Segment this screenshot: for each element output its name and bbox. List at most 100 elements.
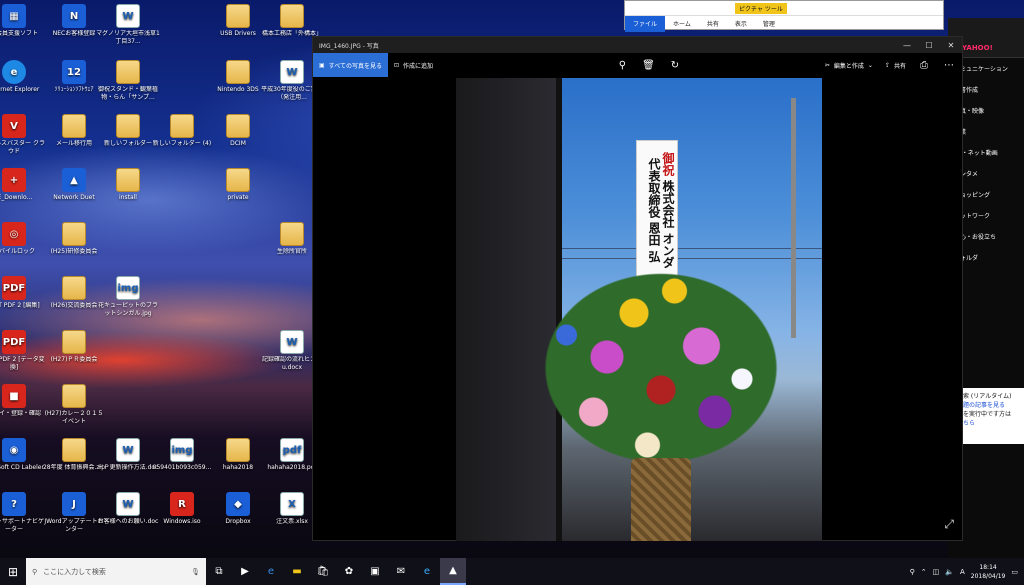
store-icon[interactable]: 🛍 xyxy=(310,558,336,585)
desktop-icon[interactable]: ? ソフトサポートナビゲーター xyxy=(0,492,46,534)
mail-icon[interactable]: ✉ xyxy=(388,558,414,585)
card-link[interactable]: 話題の記事を見る xyxy=(957,400,1021,409)
minimize-button[interactable]: — xyxy=(896,37,918,53)
internet-explorer-icon[interactable]: e xyxy=(414,558,440,585)
close-button[interactable]: ✕ xyxy=(940,37,962,53)
desktop-icon[interactable]: W マグノリア大垣市浅草1丁目37... xyxy=(96,4,160,46)
app-icon: ◉ xyxy=(2,438,26,462)
desktop-icon[interactable]: ■ カレイ・登録・確認 xyxy=(0,384,46,418)
desktop-icon[interactable]: ◎ モバイルロック xyxy=(0,222,46,256)
tab-home[interactable]: ホーム xyxy=(665,19,699,28)
ime-icon[interactable]: A xyxy=(960,568,965,576)
photo-viewer[interactable]: 御祝 株式会社 オンダ 代表取締役 恩田 弘 ⤢ xyxy=(313,77,962,541)
desktop-icon[interactable]: private xyxy=(206,168,270,202)
sign-line-2: 株式会社 オンダ xyxy=(661,180,675,269)
desktop-icon[interactable]: img 花キューピットのブラットシンガル.jpg xyxy=(96,276,160,318)
chevron-up-icon[interactable]: ⌃ xyxy=(921,568,927,576)
desktop-icon[interactable]: img 059401b093c059... xyxy=(150,438,214,472)
desktop-icon[interactable]: 御祝スタンド・観葉植物・らん「サンプ... xyxy=(96,60,160,102)
desktop-icon[interactable]: V ウィルスバスター クラウド xyxy=(0,114,46,156)
share-label: 共有 xyxy=(893,62,906,70)
flower-basket xyxy=(631,458,691,541)
rotate-icon[interactable]: ↻ xyxy=(663,60,687,71)
desktop-icon-label: カレイ・登録・確認 xyxy=(0,410,41,417)
notification-icon[interactable]: ▭ xyxy=(1011,568,1018,576)
tab-manage[interactable]: 管理 xyxy=(755,19,783,28)
app-icon: J xyxy=(62,492,86,516)
desktop-icon-label: private xyxy=(227,194,249,201)
folder-icon xyxy=(62,384,86,408)
desktop-icon[interactable]: 新しいフォルダー (4) xyxy=(150,114,214,148)
tab-file[interactable]: ファイル xyxy=(625,15,666,32)
desktop-icon-label: マグノリア大垣市浅草1丁目37... xyxy=(96,30,160,45)
more-icon[interactable]: ⋯ xyxy=(936,60,962,71)
microphone-icon[interactable]: 🎙 xyxy=(191,568,200,576)
file-explorer-icon[interactable]: ▬ xyxy=(284,558,310,585)
desktop-icon[interactable]: (H25)研修委員会 xyxy=(42,222,106,256)
desktop-icon-label: 合会員支援ソフト xyxy=(0,30,38,37)
desktop-icon[interactable]: DCIM xyxy=(206,114,270,148)
card-text: ンを実行中です方は xyxy=(957,411,1012,418)
document-icon: img xyxy=(116,276,140,300)
app-icon: ◆ xyxy=(226,492,250,516)
share-button[interactable]: ⇪ 共有 xyxy=(879,53,912,77)
app-icon: ▲ xyxy=(62,168,86,192)
desktop-icon-label: (H27)カレー２０１５イベント xyxy=(44,410,104,425)
add-to-creation-label: 作成に追加 xyxy=(403,62,434,70)
delete-icon[interactable]: 🗑 xyxy=(634,60,663,71)
tab-share[interactable]: 共有 xyxy=(699,19,727,28)
document-icon: pdf xyxy=(280,438,304,462)
start-button[interactable]: ⊞ xyxy=(0,558,26,585)
desktop-icon[interactable]: + IE_Downlo... xyxy=(0,168,46,202)
desktop-icon-label: IE_Downlo... xyxy=(0,194,33,201)
desktop-icon[interactable]: (H27)ＰＲ委員会 xyxy=(42,330,106,364)
yahoo-logo[interactable]: YAHOO! xyxy=(962,44,993,52)
task-view-icon[interactable]: ⧉ xyxy=(206,558,232,585)
photo-wire xyxy=(562,248,822,249)
media-player-icon[interactable]: ▶ xyxy=(232,558,258,585)
desktop-icon[interactable]: PDF JUST PDF 2 [編集] xyxy=(0,276,46,310)
photos-app-icon[interactable]: ▲ xyxy=(440,558,466,585)
desktop-icon[interactable]: e Internet Explorer xyxy=(0,60,46,94)
edge-icon[interactable]: e xyxy=(258,558,284,585)
document-icon: W xyxy=(280,330,304,354)
see-all-photos-button[interactable]: ▣ すべての写真を見る xyxy=(313,53,389,77)
app-icon-2[interactable]: ▣ xyxy=(362,558,388,585)
desktop-icon-label: 059401b093c059... xyxy=(152,464,212,471)
explorer-window[interactable]: ピクチャ ツール ファイル ホーム 共有 表示 管理 xyxy=(624,0,944,32)
photos-toolbar: ▣ すべての写真を見る ⊡ 作成に追加 ⚲ 🗑 ↻ ✂ 編集と作成 ⌄ ⇪ 共有… xyxy=(313,53,962,77)
app-icon: N xyxy=(62,4,86,28)
zoom-icon[interactable]: ⚲ xyxy=(611,60,634,71)
desktop-icon-label: 花キューピットのブラットシンガル.jpg xyxy=(97,302,158,317)
maximize-button[interactable]: ☐ xyxy=(918,37,940,53)
volume-icon[interactable]: 🔈 xyxy=(945,568,954,576)
taskbar-search[interactable]: ⚲ ここに入力して検索 🎙 xyxy=(26,558,206,585)
desktop-icon[interactable]: R Windows.iso xyxy=(150,492,214,526)
tab-view[interactable]: 表示 xyxy=(727,19,755,28)
picture-tools-label: ピクチャ ツール xyxy=(735,2,787,14)
chevron-down-icon: ⌄ xyxy=(867,61,873,69)
fullscreen-icon[interactable]: ⤢ xyxy=(944,517,954,532)
clock[interactable]: 18:14 2018/04/19 xyxy=(971,563,1006,581)
desktop-icon[interactable]: install xyxy=(96,168,160,202)
desktop-icon[interactable]: ▦ 合会員支援ソフト xyxy=(0,4,46,38)
window-title: IMG_1460.JPG - 写真 xyxy=(319,42,379,50)
desktop-icon[interactable]: (H27)カレー２０１５イベント xyxy=(42,384,106,426)
people-icon[interactable]: ⚲ xyxy=(910,568,915,576)
desktop-icon[interactable]: PDF JUST PDF 2 [データ変換] xyxy=(0,330,46,372)
realtime-search-card: 検索 (リアルタイム) 話題の記事を見る ンを実行中です方は こちら xyxy=(954,388,1024,444)
app-icon: ? xyxy=(2,492,26,516)
document-icon: X xyxy=(280,492,304,516)
print-icon[interactable]: ⎙ xyxy=(912,60,936,71)
app-icon[interactable]: ✿ xyxy=(336,558,362,585)
folder-icon xyxy=(226,60,250,84)
network-icon[interactable]: ◫ xyxy=(933,568,940,576)
desktop-icon[interactable]: ◉ NewSoft CD Labeler xyxy=(0,438,46,472)
edit-and-create-button[interactable]: ✂ 編集と作成 ⌄ xyxy=(819,53,879,77)
add-to-creation-button[interactable]: ⊡ 作成に追加 xyxy=(388,53,439,77)
card-link-here[interactable]: こちら xyxy=(957,418,1021,427)
folder-icon xyxy=(170,114,194,138)
photos-window[interactable]: IMG_1460.JPG - 写真 — ☐ ✕ ▣ すべての写真を見る ⊡ 作成… xyxy=(312,36,963,541)
desktop-icon[interactable]: 橋本工務店「外構本」 xyxy=(260,4,324,38)
desktop-icon-label: JUST PDF 2 [データ変換] xyxy=(0,356,45,371)
